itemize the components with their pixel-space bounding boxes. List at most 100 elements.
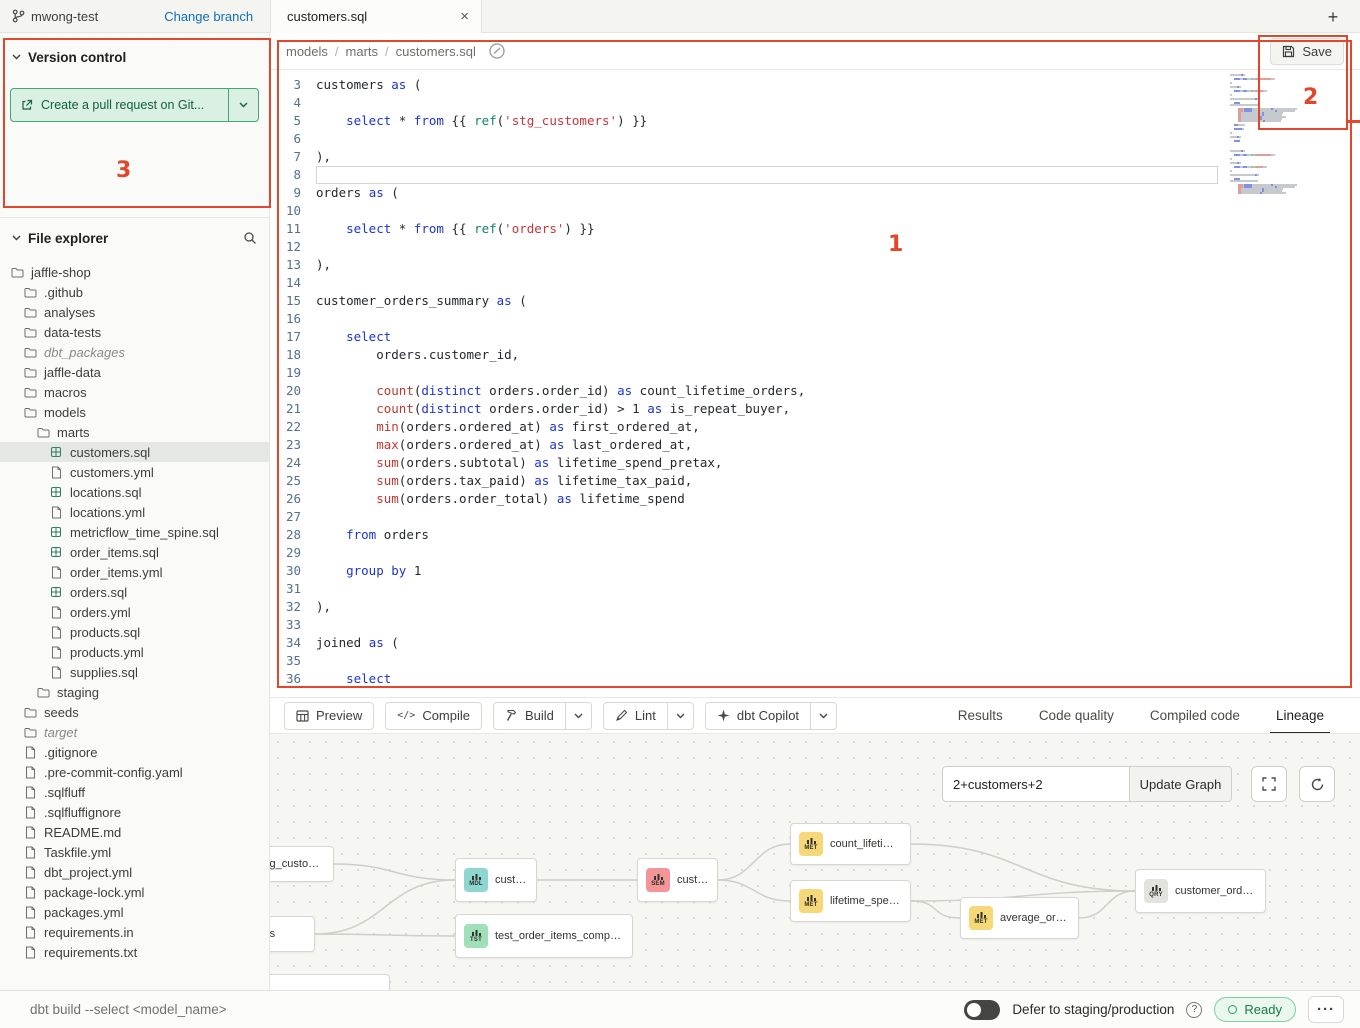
refresh-button[interactable] xyxy=(1299,766,1335,802)
file-tree-item-.gitignore[interactable]: .gitignore xyxy=(0,742,269,762)
code-line-25[interactable]: 25 sum(orders.tax_paid) as lifetime_tax_… xyxy=(270,472,1360,490)
file-tree-item-orders.sql[interactable]: orders.sql xyxy=(0,582,269,602)
file-explorer-header[interactable]: File explorer xyxy=(0,226,269,250)
code-line-32[interactable]: 32), xyxy=(270,598,1360,616)
code-line-20[interactable]: 20 count(distinct orders.order_id) as co… xyxy=(270,382,1360,400)
lineage-node-lifetime_spend_pretax[interactable]: METlifetime_spend_pretax xyxy=(790,880,911,922)
file-tree-item-requirements.txt[interactable]: requirements.txt xyxy=(0,942,269,962)
file-tree-item-.sqlfluff[interactable]: .sqlfluff xyxy=(0,782,269,802)
lineage-node-partial[interactable] xyxy=(270,974,390,990)
file-tree-item-README.md[interactable]: README.md xyxy=(0,822,269,842)
file-tree-item-seeds[interactable]: seeds xyxy=(0,702,269,722)
code-line-31[interactable]: 31 xyxy=(270,580,1360,598)
lineage-node-test_order_items_compute_to_bools...[interactable]: TSTtest_order_items_compute_to_bools... xyxy=(455,914,633,958)
file-tree-item-packages.yml[interactable]: packages.yml xyxy=(0,902,269,922)
copy-path-icon[interactable] xyxy=(488,42,506,60)
code-line-12[interactable]: 12 xyxy=(270,238,1360,256)
code-line-21[interactable]: 21 count(distinct orders.order_id) > 1 a… xyxy=(270,400,1360,418)
file-tree-item-jaffle-shop[interactable]: jaffle-shop xyxy=(0,262,269,282)
file-tree-item-requirements.in[interactable]: requirements.in xyxy=(0,922,269,942)
code-line-30[interactable]: 30 group by 1 xyxy=(270,562,1360,580)
help-icon[interactable]: ? xyxy=(1186,1002,1202,1018)
file-tree-item-target[interactable]: target xyxy=(0,722,269,742)
file-tree-item-metricflow_time_spine.sql[interactable]: metricflow_time_spine.sql xyxy=(0,522,269,542)
dbt-copilot-button[interactable]: dbt Copilot xyxy=(705,702,811,730)
code-line-18[interactable]: 18 orders.customer_id, xyxy=(270,346,1360,364)
code-line-15[interactable]: 15customer_orders_summary as ( xyxy=(270,292,1360,310)
file-tree-item-supplies.sql[interactable]: supplies.sql xyxy=(0,662,269,682)
file-tree-item-staging[interactable]: staging xyxy=(0,682,269,702)
lineage-node-customer_order_metrics[interactable]: QRYcustomer_order_metrics xyxy=(1135,869,1266,913)
code-line-14[interactable]: 14 xyxy=(270,274,1360,292)
code-line-8[interactable]: 8 xyxy=(270,166,1360,184)
code-line-5[interactable]: 5 select * from {{ ref('stg_customers') … xyxy=(270,112,1360,130)
file-tree-item-order_items.yml[interactable]: order_items.yml xyxy=(0,562,269,582)
code-line-23[interactable]: 23 max(orders.ordered_at) as last_ordere… xyxy=(270,436,1360,454)
file-tree-item-dbt_project.yml[interactable]: dbt_project.yml xyxy=(0,862,269,882)
version-control-header[interactable]: Version control xyxy=(0,47,269,67)
code-line-11[interactable]: 11 select * from {{ ref('orders') }} xyxy=(270,220,1360,238)
create-pull-request-main[interactable]: Create a pull request on Git... xyxy=(11,89,228,121)
file-tree-item-marts[interactable]: marts xyxy=(0,422,269,442)
code-line-17[interactable]: 17 select xyxy=(270,328,1360,346)
file-tree-item-models[interactable]: models xyxy=(0,402,269,422)
file-tree-item-products.sql[interactable]: products.sql xyxy=(0,622,269,642)
file-tree-item-order_items.sql[interactable]: order_items.sql xyxy=(0,542,269,562)
defer-toggle[interactable] xyxy=(964,1000,1000,1020)
code-line-13[interactable]: 13), xyxy=(270,256,1360,274)
file-tree-item-locations.yml[interactable]: locations.yml xyxy=(0,502,269,522)
code-line-35[interactable]: 35 xyxy=(270,652,1360,670)
tab-code-quality[interactable]: Code quality xyxy=(1039,698,1114,734)
file-tree-item-analyses[interactable]: analyses xyxy=(0,302,269,322)
save-button[interactable]: Save xyxy=(1270,38,1344,65)
breadcrumb-item[interactable]: models xyxy=(286,44,328,59)
file-tree-item-macros[interactable]: macros xyxy=(0,382,269,402)
code-line-16[interactable]: 16 xyxy=(270,310,1360,328)
code-line-28[interactable]: 28 from orders xyxy=(270,526,1360,544)
file-tree-item-products.yml[interactable]: products.yml xyxy=(0,642,269,662)
file-tree-item-locations.sql[interactable]: locations.sql xyxy=(0,482,269,502)
copilot-dropdown-button[interactable] xyxy=(811,702,837,730)
code-line-3[interactable]: 3customers as ( xyxy=(270,76,1360,94)
code-line-10[interactable]: 10 xyxy=(270,202,1360,220)
close-icon[interactable]: × xyxy=(460,9,469,24)
code-line-33[interactable]: 33 xyxy=(270,616,1360,634)
fullscreen-button[interactable] xyxy=(1251,766,1287,802)
lineage-node-stg_customers[interactable]: stg_customers xyxy=(270,846,334,882)
lint-button[interactable]: Lint xyxy=(603,702,668,730)
create-pull-request-button[interactable]: Create a pull request on Git... xyxy=(10,88,259,122)
file-tree-item-jaffle-data[interactable]: jaffle-data xyxy=(0,362,269,382)
file-tree-item-package-lock.yml[interactable]: package-lock.yml xyxy=(0,882,269,902)
code-line-29[interactable]: 29 xyxy=(270,544,1360,562)
code-editor[interactable]: 3customers as (45 select * from {{ ref('… xyxy=(270,70,1360,697)
lineage-node-orders[interactable]: orders xyxy=(270,916,315,952)
preview-button[interactable]: Preview xyxy=(284,702,374,730)
change-branch-link[interactable]: Change branch xyxy=(164,9,253,24)
pull-request-dropdown-button[interactable] xyxy=(228,89,258,121)
breadcrumb-item[interactable]: marts xyxy=(346,44,379,59)
compile-button[interactable]: </> Compile xyxy=(385,702,482,730)
lint-dropdown-button[interactable] xyxy=(668,702,694,730)
search-icon[interactable] xyxy=(243,231,257,245)
file-tree-item-customers.sql[interactable]: customers.sql xyxy=(0,442,269,462)
file-tree-item-customers.yml[interactable]: customers.yml xyxy=(0,462,269,482)
more-options-button[interactable]: ··· xyxy=(1308,996,1344,1023)
command-input[interactable]: dbt build --select <model_name> xyxy=(30,1002,227,1017)
code-line-36[interactable]: 36 select xyxy=(270,670,1360,688)
build-dropdown-button[interactable] xyxy=(566,702,592,730)
code-line-26[interactable]: 26 sum(orders.order_total) as lifetime_s… xyxy=(270,490,1360,508)
file-tree-item-.pre-commit-config.yaml[interactable]: .pre-commit-config.yaml xyxy=(0,762,269,782)
editor-tab-customers-sql[interactable]: customers.sql × xyxy=(270,0,482,33)
file-tree-item-.github[interactable]: .github xyxy=(0,282,269,302)
lineage-selector-input[interactable]: 2+customers+2 xyxy=(942,766,1130,802)
code-line-34[interactable]: 34joined as ( xyxy=(270,634,1360,652)
editor-minimap[interactable] xyxy=(1230,74,1314,194)
tab-lineage[interactable]: Lineage xyxy=(1276,698,1324,734)
code-line-6[interactable]: 6 xyxy=(270,130,1360,148)
code-line-19[interactable]: 19 xyxy=(270,364,1360,382)
file-tree-item-.sqlfluffignore[interactable]: .sqlfluffignore xyxy=(0,802,269,822)
new-tab-button[interactable]: + xyxy=(1320,4,1346,30)
code-line-7[interactable]: 7), xyxy=(270,148,1360,166)
update-graph-button[interactable]: Update Graph xyxy=(1130,766,1232,802)
file-tree-item-orders.yml[interactable]: orders.yml xyxy=(0,602,269,622)
